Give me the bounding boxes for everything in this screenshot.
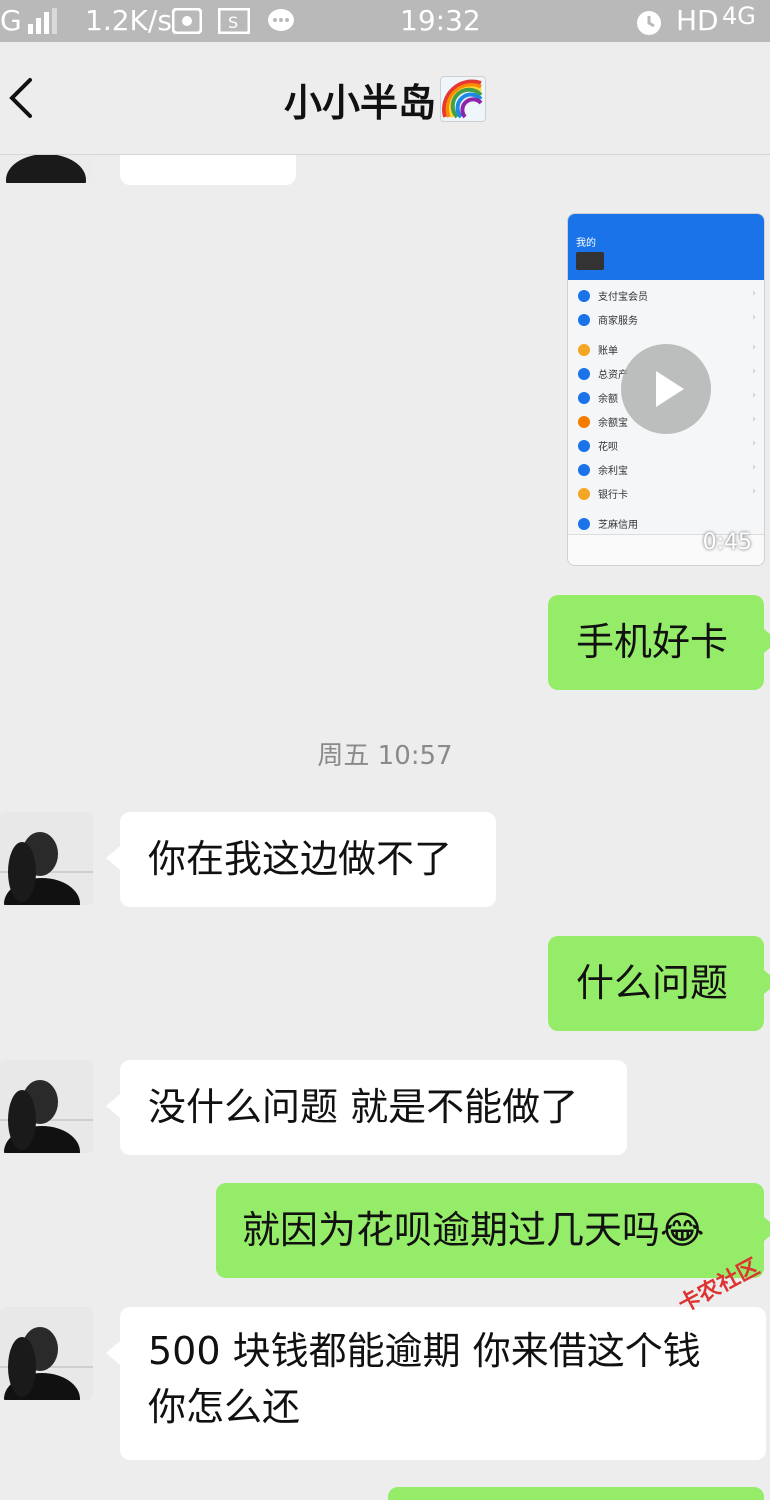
message-bubble-incoming[interactable]: 500 块钱都能逾期 你来借这个钱 你怎么还 <box>106 1307 766 1460</box>
contact-name: 小小半岛 <box>283 81 436 125</box>
video-thumbnail-header: 我的 <box>568 214 764 280</box>
network-indicator: G <box>0 4 22 37</box>
play-icon[interactable] <box>621 344 711 434</box>
message-timestamp: 周五 10:57 <box>317 741 453 771</box>
video-thumb-row: 花呗 › <box>578 438 756 460</box>
message-bubble-outgoing[interactable]: 就因为花呗逾期过几天吗😂 <box>216 1183 770 1278</box>
message-bubble-incoming[interactable]: 你在我这边做不了 <box>106 812 496 907</box>
message-line: 500 块钱都能逾期 你来借这个钱 <box>148 1329 701 1373</box>
message-bubble-incoming[interactable]: 没什么问题 就是不能做了 <box>106 1060 627 1155</box>
contact-avatar[interactable] <box>0 155 93 183</box>
message-line: 你怎么还 <box>148 1385 301 1429</box>
video-thumb-row: 支付宝会员 › <box>578 288 756 310</box>
video-duration: 0:45 <box>702 530 752 555</box>
video-message[interactable]: 我的 支付宝会员 › 商家服务 › 账单 › 总资产 › 余额 › 余额宝 › 花呗 › 余利… <box>567 213 765 566</box>
hd-indicator: HD <box>676 4 719 37</box>
video-thumb-avatar <box>576 252 604 270</box>
status-bar: G 1.2K/s S 19:32 HD 4G <box>0 0 770 42</box>
chat-messages[interactable]: 我的 支付宝会员 › 商家服务 › 账单 › 总资产 › 余额 › 余额宝 › 花呗 › 余利… <box>0 155 770 1500</box>
message-bubble-partial[interactable] <box>120 155 296 185</box>
rainbow-emoji-icon <box>440 76 486 122</box>
video-thumb-row: 银行卡 › <box>578 486 756 508</box>
video-thumb-row: 商家服务 › <box>578 312 756 334</box>
contact-avatar[interactable] <box>0 1307 93 1400</box>
image-notification-icon <box>172 8 202 34</box>
alarm-icon <box>637 11 661 35</box>
message-notification-icon <box>268 9 294 31</box>
video-thumb-row: 余利宝 › <box>578 462 756 484</box>
message-bubble-partial[interactable] <box>388 1487 764 1500</box>
signal-icon <box>28 8 57 34</box>
clock-time: 19:32 <box>400 4 481 37</box>
screenshot-icon: S <box>218 8 250 34</box>
video-thumb-title: 我的 <box>576 238 596 249</box>
message-bubble-outgoing[interactable]: 手机好卡 <box>548 595 770 690</box>
svg-text:S: S <box>228 13 238 32</box>
contact-avatar[interactable] <box>0 1060 93 1153</box>
contact-avatar[interactable] <box>0 812 93 905</box>
net-type-indicator: 4G <box>722 2 756 30</box>
message-bubble-outgoing[interactable]: 什么问题 <box>548 936 770 1031</box>
chat-title: 小小半岛 <box>0 72 770 127</box>
chat-header: 小小半岛 <box>0 42 770 155</box>
network-speed: 1.2K/s <box>85 4 172 37</box>
